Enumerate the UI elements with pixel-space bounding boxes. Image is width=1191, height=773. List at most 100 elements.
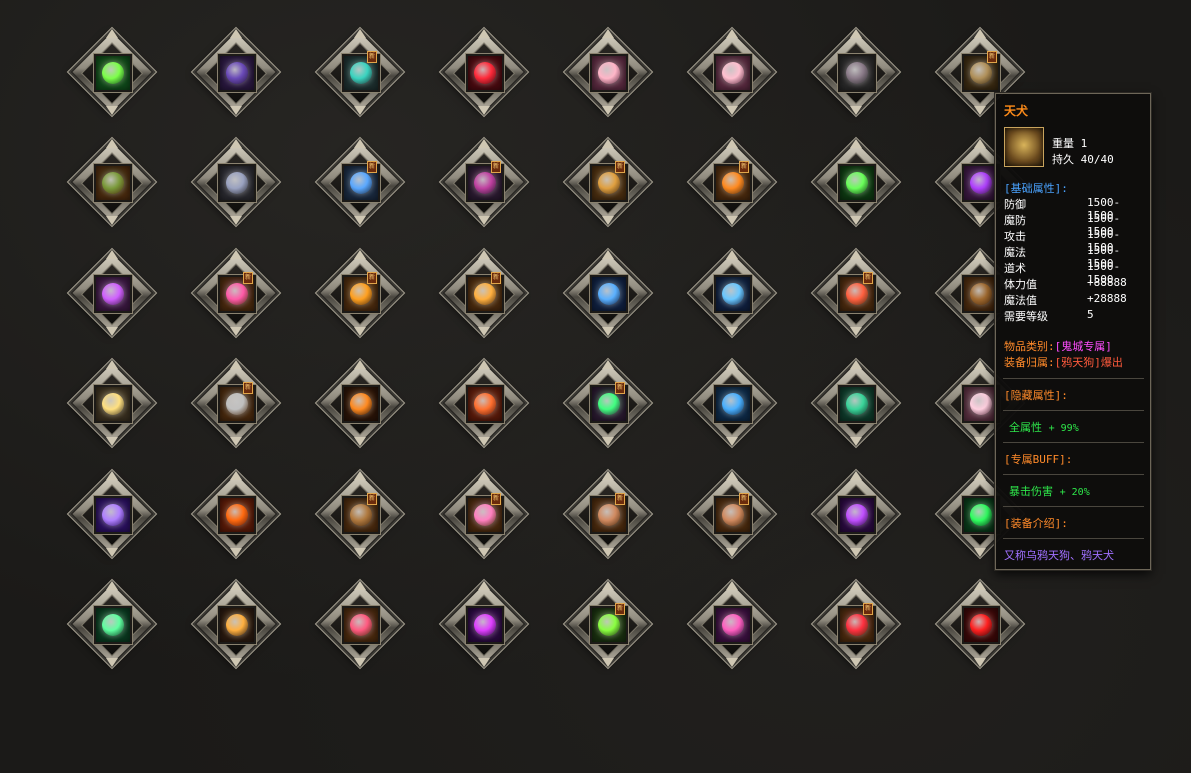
item-slot[interactable] bbox=[439, 579, 529, 669]
item-icon[interactable] bbox=[589, 274, 629, 314]
item-slot[interactable] bbox=[811, 137, 901, 227]
item-glyph bbox=[226, 393, 248, 415]
item-icon[interactable] bbox=[217, 163, 257, 203]
item-icon[interactable] bbox=[713, 274, 753, 314]
item-slot[interactable] bbox=[191, 469, 281, 559]
item-icon[interactable] bbox=[961, 605, 1001, 645]
item-slot[interactable] bbox=[439, 27, 529, 117]
item-slot[interactable]: 新 bbox=[811, 248, 901, 338]
item-icon[interactable] bbox=[341, 384, 381, 424]
item-glyph bbox=[226, 62, 248, 84]
item-icon[interactable] bbox=[217, 495, 257, 535]
item-slot[interactable]: 新 bbox=[563, 579, 653, 669]
frame-ornament bbox=[602, 216, 614, 225]
item-icon[interactable] bbox=[465, 53, 505, 93]
item-slot[interactable]: 新 bbox=[315, 27, 405, 117]
new-badge-icon: 新 bbox=[367, 272, 377, 284]
item-slot[interactable]: 新 bbox=[563, 358, 653, 448]
item-icon[interactable] bbox=[713, 605, 753, 645]
item-icon[interactable] bbox=[837, 53, 877, 93]
item-slot[interactable]: 新 bbox=[687, 137, 777, 227]
item-glyph bbox=[350, 614, 372, 636]
item-icon[interactable] bbox=[713, 53, 753, 93]
divider bbox=[1003, 506, 1144, 507]
item-glyph bbox=[970, 62, 992, 84]
item-slot[interactable]: 新 bbox=[191, 248, 281, 338]
item-slot[interactable]: 新 bbox=[315, 469, 405, 559]
item-icon[interactable] bbox=[713, 384, 753, 424]
item-slot[interactable]: 新 bbox=[439, 469, 529, 559]
item-icon[interactable] bbox=[93, 163, 133, 203]
item-slot[interactable] bbox=[563, 27, 653, 117]
item-slot[interactable] bbox=[67, 469, 157, 559]
item-slot[interactable] bbox=[439, 358, 529, 448]
item-slot[interactable] bbox=[315, 358, 405, 448]
frame-ornament bbox=[602, 106, 614, 115]
item-slot[interactable] bbox=[67, 248, 157, 338]
item-icon[interactable] bbox=[341, 605, 381, 645]
item-glyph bbox=[722, 283, 744, 305]
frame-ornament bbox=[974, 548, 986, 557]
item-icon[interactable] bbox=[589, 53, 629, 93]
new-badge-icon: 新 bbox=[243, 382, 253, 394]
item-slot[interactable] bbox=[67, 137, 157, 227]
item-slot[interactable] bbox=[811, 469, 901, 559]
frame-ornament bbox=[602, 327, 614, 336]
item-slot[interactable] bbox=[67, 358, 157, 448]
item-slot[interactable] bbox=[935, 579, 1025, 669]
item-icon[interactable] bbox=[837, 163, 877, 203]
stat-key: 攻击 bbox=[1004, 230, 1026, 243]
item-icon[interactable] bbox=[837, 384, 877, 424]
item-icon[interactable] bbox=[837, 495, 877, 535]
frame-ornament bbox=[974, 658, 986, 667]
item-glyph bbox=[226, 504, 248, 526]
stat-key: 魔法值 bbox=[1004, 294, 1037, 307]
item-slot[interactable]: 新 bbox=[563, 137, 653, 227]
item-slot[interactable]: 新 bbox=[191, 358, 281, 448]
stat-row: 魔防 1500-1500 bbox=[1004, 212, 1144, 238]
item-slot[interactable] bbox=[315, 579, 405, 669]
item-slot[interactable] bbox=[67, 27, 157, 117]
item-slot[interactable]: 新 bbox=[687, 469, 777, 559]
item-glyph bbox=[846, 62, 868, 84]
item-icon[interactable] bbox=[217, 605, 257, 645]
item-slot[interactable]: 新 bbox=[811, 579, 901, 669]
item-icon[interactable] bbox=[93, 53, 133, 93]
item-slot[interactable] bbox=[67, 579, 157, 669]
buff-value: + 20% bbox=[1059, 487, 1090, 498]
item-icon[interactable] bbox=[93, 605, 133, 645]
item-slot[interactable] bbox=[811, 27, 901, 117]
item-slot[interactable] bbox=[191, 137, 281, 227]
item-slot[interactable] bbox=[811, 358, 901, 448]
item-slot[interactable] bbox=[687, 579, 777, 669]
item-slot[interactable] bbox=[191, 27, 281, 117]
item-slot[interactable]: 新 bbox=[315, 248, 405, 338]
item-slot[interactable]: 新 bbox=[439, 248, 529, 338]
item-icon[interactable] bbox=[465, 605, 505, 645]
category-label: 物品类别: bbox=[1004, 340, 1055, 353]
item-slot[interactable] bbox=[563, 248, 653, 338]
item-icon[interactable] bbox=[217, 53, 257, 93]
item-icon[interactable] bbox=[93, 495, 133, 535]
item-slot[interactable]: 新 bbox=[439, 137, 529, 227]
item-slot[interactable] bbox=[687, 358, 777, 448]
item-slot[interactable]: 新 bbox=[315, 137, 405, 227]
item-slot[interactable] bbox=[687, 248, 777, 338]
item-slot[interactable]: 新 bbox=[563, 469, 653, 559]
item-slot[interactable] bbox=[191, 579, 281, 669]
exclusive-buff-header: [专属BUFF]: bbox=[1004, 453, 1073, 466]
item-category: 物品类别:[鬼城专属] bbox=[1004, 338, 1112, 354]
item-icon[interactable] bbox=[465, 384, 505, 424]
frame-ornament bbox=[354, 658, 366, 667]
item-icon[interactable] bbox=[93, 384, 133, 424]
frame-ornament bbox=[726, 327, 738, 336]
hidden-attr-value: + 99% bbox=[1048, 423, 1079, 434]
item-icon[interactable] bbox=[93, 274, 133, 314]
frame-ornament bbox=[354, 437, 366, 446]
stat-value: +28888 bbox=[1087, 292, 1127, 305]
item-glyph bbox=[102, 504, 124, 526]
owner-label: 装备归属: bbox=[1004, 356, 1055, 369]
frame-ornament bbox=[726, 548, 738, 557]
item-glyph bbox=[350, 393, 372, 415]
item-slot[interactable] bbox=[687, 27, 777, 117]
